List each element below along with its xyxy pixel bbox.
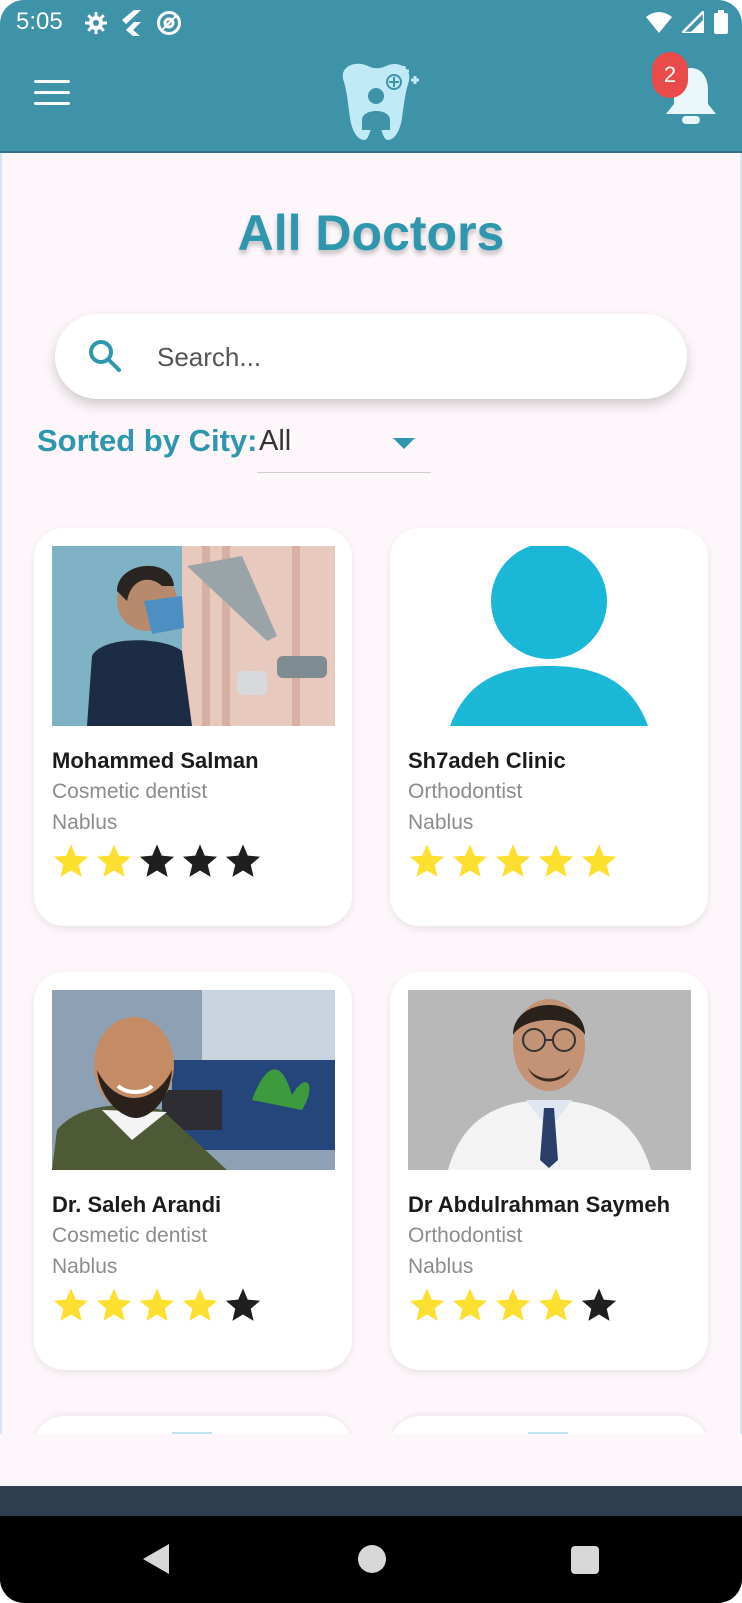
star-filled-icon bbox=[452, 844, 488, 877]
star-filled-icon bbox=[538, 1288, 574, 1321]
wifi-icon bbox=[646, 12, 672, 33]
doctor-name: Sh7adeh Clinic bbox=[408, 748, 566, 773]
doctor-name: Dr Abdulrahman Saymeh bbox=[408, 1192, 671, 1217]
doctor-card[interactable]: Mohammed Salman Cosmetic dentist Nablus bbox=[34, 528, 352, 926]
doctor-photo bbox=[408, 990, 691, 1170]
star-filled-icon bbox=[452, 1288, 488, 1321]
doctor-card[interactable]: Dr Abdulrahman Saymeh Orthodontist Nablu… bbox=[390, 972, 708, 1370]
star-filled-icon bbox=[409, 844, 445, 877]
doctor-specialty: Orthodontist bbox=[408, 780, 523, 803]
rating-stars bbox=[52, 1286, 262, 1324]
doctor-specialty: Cosmetic dentist bbox=[52, 780, 208, 803]
rating-stars bbox=[408, 1286, 618, 1324]
star-filled-icon bbox=[495, 1288, 531, 1321]
tooth-logo-icon bbox=[342, 63, 419, 141]
doctor-card[interactable]: Dr. Saleh Arandi Cosmetic dentist Nablus bbox=[34, 972, 352, 1370]
battery-icon bbox=[714, 10, 728, 34]
status-bar: 5:05 bbox=[0, 0, 742, 46]
doctor-photo bbox=[52, 546, 335, 726]
star-filled-icon bbox=[53, 1288, 89, 1321]
rating-stars bbox=[52, 842, 262, 880]
doctor-city: Nablus bbox=[408, 1255, 474, 1278]
default-avatar-icon bbox=[408, 546, 691, 726]
app-bar: 2 bbox=[0, 46, 742, 153]
star-filled-icon bbox=[538, 844, 574, 877]
status-time: 5:05 bbox=[16, 8, 63, 35]
star-filled-icon bbox=[53, 844, 89, 877]
doctor-specialty: Orthodontist bbox=[408, 1224, 523, 1247]
city-dropdown[interactable]: All bbox=[257, 420, 431, 473]
star-filled-icon bbox=[581, 844, 617, 877]
doctor-specialty: Cosmetic dentist bbox=[52, 1224, 208, 1247]
app-screen: 5:05 2 All Doctors Search... Sorted by C… bbox=[0, 0, 742, 1603]
search-icon bbox=[89, 340, 121, 372]
doctor-city: Nablus bbox=[408, 811, 474, 834]
star-empty-icon bbox=[139, 844, 175, 877]
star-filled-icon bbox=[409, 1288, 445, 1321]
back-icon[interactable] bbox=[143, 1544, 171, 1574]
city-dropdown-value: All bbox=[259, 425, 292, 457]
doctor-name: Dr. Saleh Arandi bbox=[52, 1192, 222, 1217]
doctor-card[interactable]: Sh7adeh Clinic Orthodontist Nablus bbox=[390, 528, 708, 926]
gear-icon bbox=[85, 12, 107, 34]
signal-icon bbox=[682, 11, 704, 33]
star-filled-icon bbox=[96, 844, 132, 877]
hamburger-menu-icon[interactable] bbox=[34, 80, 70, 108]
star-filled-icon bbox=[139, 1288, 175, 1321]
recents-icon[interactable] bbox=[571, 1546, 599, 1574]
page-title: All Doctors bbox=[237, 205, 505, 261]
sort-label: Sorted by City: bbox=[37, 423, 258, 458]
star-filled-icon bbox=[182, 1288, 218, 1321]
search-bar[interactable] bbox=[55, 314, 687, 399]
caret-down-icon bbox=[393, 438, 415, 449]
bottom-bar bbox=[0, 1486, 742, 1516]
list-fade bbox=[0, 1434, 742, 1486]
at-icon bbox=[157, 11, 181, 35]
doctor-name: Mohammed Salman bbox=[52, 748, 259, 773]
doctor-city: Nablus bbox=[52, 811, 118, 834]
star-filled-icon bbox=[495, 844, 531, 877]
home-icon[interactable] bbox=[358, 1545, 386, 1573]
rating-stars bbox=[408, 842, 618, 880]
search-input[interactable] bbox=[155, 332, 659, 382]
system-nav-bar bbox=[0, 1516, 742, 1603]
star-empty-icon bbox=[182, 844, 218, 877]
star-empty-icon bbox=[581, 1288, 617, 1321]
star-empty-icon bbox=[225, 1288, 261, 1321]
star-filled-icon bbox=[96, 1288, 132, 1321]
star-empty-icon bbox=[225, 844, 261, 877]
doctor-city: Nablus bbox=[52, 1255, 118, 1278]
doctor-photo bbox=[52, 990, 335, 1170]
flutter-icon bbox=[122, 10, 141, 36]
notification-badge[interactable]: 2 bbox=[652, 52, 688, 98]
